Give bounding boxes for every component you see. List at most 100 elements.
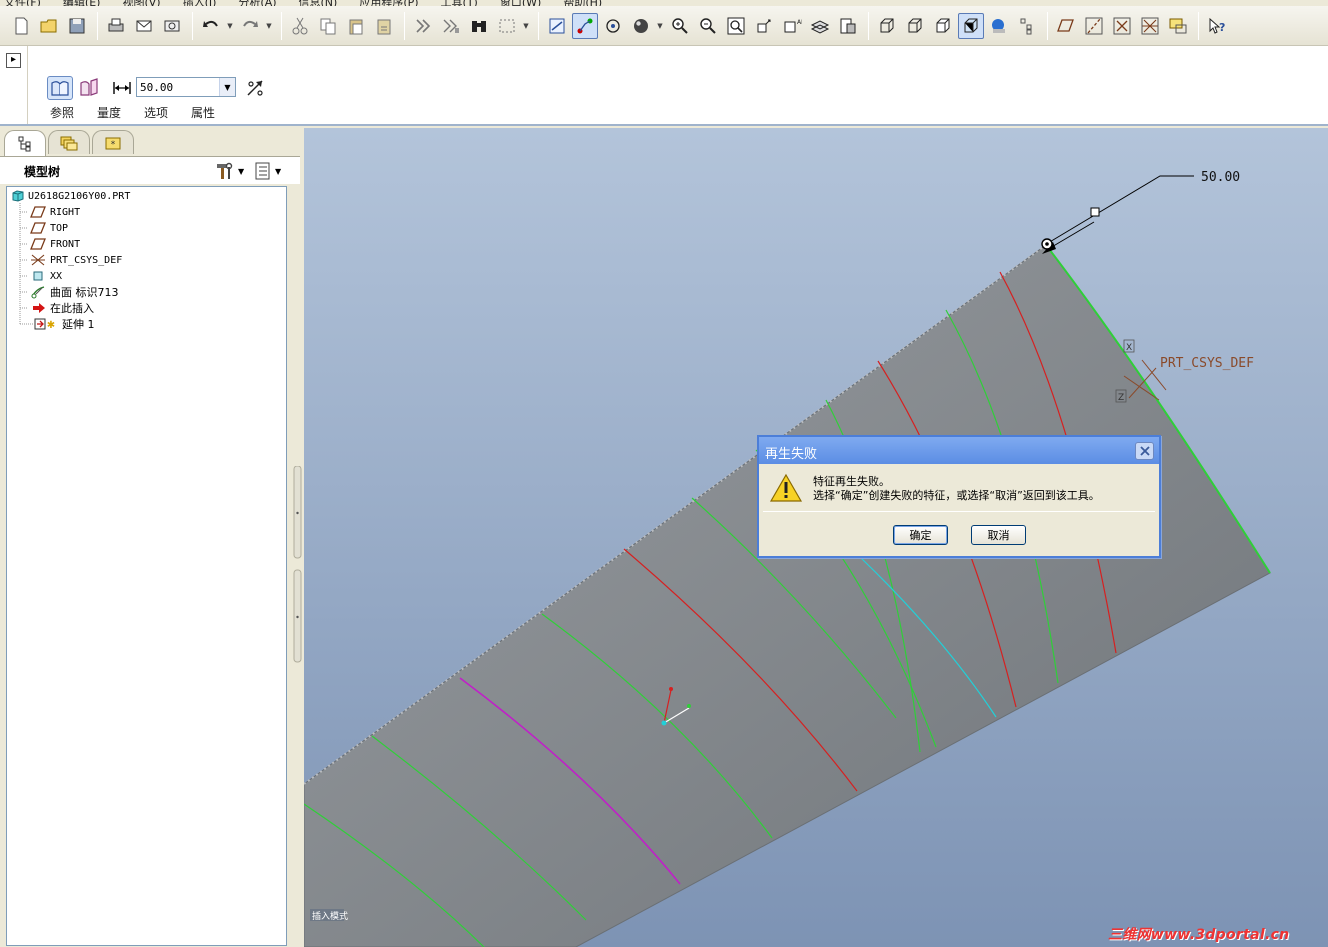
cancel-button[interactable]: 取消 bbox=[971, 525, 1026, 545]
shaded-button[interactable] bbox=[958, 12, 984, 39]
panel-splitter[interactable] bbox=[293, 466, 303, 946]
tree-item-xx[interactable]: XX bbox=[30, 268, 62, 284]
copy-button[interactable] bbox=[315, 13, 341, 39]
model-tree-icon bbox=[18, 136, 31, 151]
chevron-down-icon[interactable]: ▼ bbox=[656, 13, 664, 39]
tab-measurements[interactable]: 量度 bbox=[97, 104, 121, 121]
print-button[interactable] bbox=[103, 13, 129, 39]
regeneration-failed-dialog: 再生失败 特征再生失败。 选择“确定”创建失败的特征，或选择“取消”返回到该工具… bbox=[757, 435, 1161, 558]
flip-direction-icon[interactable] bbox=[242, 76, 268, 100]
tree-item-surface[interactable]: 曲面 标识713 bbox=[30, 284, 119, 300]
zoom-in-button[interactable] bbox=[667, 13, 693, 39]
datum-planes-button[interactable] bbox=[1053, 13, 1079, 39]
email-link-button[interactable] bbox=[159, 13, 185, 39]
toolbar-separator bbox=[192, 11, 193, 40]
zoom-out-button[interactable] bbox=[695, 13, 721, 39]
tree-settings-button[interactable]: ▼ bbox=[214, 160, 248, 182]
csys-icon bbox=[31, 254, 45, 266]
paste-special-button[interactable] bbox=[371, 13, 397, 39]
refit-icon bbox=[727, 17, 745, 34]
dialog-message-line2: 选择“确定”创建失败的特征，或选择“取消”返回到该工具。 bbox=[813, 489, 1100, 502]
tree-item-part[interactable]: U2618G2106Y00.PRT bbox=[12, 188, 130, 204]
save-button[interactable] bbox=[64, 13, 90, 39]
saved-views-button[interactable]: AB bbox=[779, 13, 805, 39]
hidden-line-button[interactable] bbox=[902, 13, 928, 39]
tab-properties[interactable]: 属性 bbox=[191, 104, 215, 121]
triad-origin bbox=[661, 720, 667, 726]
find-button[interactable] bbox=[466, 13, 492, 39]
wireframe-button[interactable] bbox=[874, 13, 900, 39]
csys-name-label: PRT_CSYS_DEF bbox=[1160, 356, 1254, 371]
regenerate-manager-button[interactable] bbox=[438, 13, 464, 39]
chevron-down-icon[interactable]: ▼ bbox=[219, 78, 235, 96]
tree-item-right[interactable]: RIGHT bbox=[30, 204, 80, 220]
tab-references[interactable]: 参照 bbox=[50, 104, 74, 121]
tree-columns-button[interactable]: ▼ bbox=[254, 160, 288, 182]
tree-item-top[interactable]: TOP bbox=[30, 220, 68, 236]
cut-button[interactable] bbox=[287, 13, 313, 39]
saved-views-icon: AB bbox=[784, 19, 802, 32]
repaint-button[interactable] bbox=[544, 13, 570, 39]
datum-axes-button[interactable] bbox=[1081, 13, 1107, 39]
redo-button[interactable] bbox=[237, 13, 263, 39]
chevron-down-icon[interactable]: ▼ bbox=[226, 13, 234, 39]
tree-item-front[interactable]: FRONT bbox=[30, 236, 80, 252]
dashboard-collapse-toggle[interactable]: ▸ bbox=[6, 53, 21, 68]
tab-model-tree[interactable] bbox=[4, 130, 46, 156]
context-help-button[interactable]: ? bbox=[1204, 13, 1230, 39]
tree-item-csys[interactable]: PRT_CSYS_DEF bbox=[30, 252, 122, 268]
svg-text:AB: AB bbox=[797, 19, 802, 26]
open-file-icon bbox=[40, 19, 57, 32]
drag-handle-square[interactable] bbox=[1090, 207, 1100, 217]
open-file-button[interactable] bbox=[36, 13, 62, 39]
close-button[interactable] bbox=[1135, 442, 1154, 460]
to-plane-extend-icon[interactable] bbox=[76, 76, 102, 100]
toolbar-separator bbox=[868, 11, 869, 40]
toolbar-separator bbox=[538, 11, 539, 40]
enhanced-realism-button[interactable] bbox=[986, 13, 1012, 39]
appearance-sphere-button[interactable] bbox=[628, 13, 654, 39]
toolbar-separator bbox=[97, 11, 98, 40]
tab-folder-browser[interactable] bbox=[48, 130, 90, 154]
chevron-down-icon[interactable]: ▼ bbox=[265, 13, 273, 39]
view-manager-button[interactable] bbox=[835, 13, 861, 39]
paste-button[interactable] bbox=[343, 13, 369, 39]
no-hidden-button[interactable] bbox=[930, 13, 956, 39]
tab-favorites[interactable]: * bbox=[92, 130, 134, 154]
layers-button[interactable] bbox=[807, 13, 833, 39]
annotations-button[interactable] bbox=[1165, 13, 1191, 39]
reorient-button[interactable] bbox=[751, 13, 777, 39]
refit-button[interactable] bbox=[723, 13, 749, 39]
select-box-button[interactable] bbox=[494, 13, 520, 39]
csys-z-label: Z bbox=[1118, 393, 1124, 403]
tree-item-extend-1[interactable]: ✱ 延伸 1 bbox=[34, 316, 95, 332]
repaint-icon bbox=[549, 18, 565, 33]
new-file-button[interactable] bbox=[8, 13, 34, 39]
orient-mode-button[interactable] bbox=[600, 13, 626, 39]
coordinate-systems-button[interactable] bbox=[1137, 13, 1163, 39]
datum-planes-icon bbox=[1057, 18, 1074, 32]
coordinate-systems-icon bbox=[1141, 17, 1159, 34]
chevron-down-icon[interactable]: ▼ bbox=[522, 13, 530, 39]
same-surface-extend-icon[interactable] bbox=[47, 76, 73, 100]
navigator-panel: * 模型树 ▼ ▼ U2618G2106Y00.PRT RIGHT TOP FR… bbox=[0, 128, 304, 947]
dimension-value[interactable]: 50.00 bbox=[1201, 170, 1240, 185]
spin-center-button[interactable] bbox=[572, 12, 598, 39]
datum-points-button[interactable] bbox=[1109, 13, 1135, 39]
ok-button[interactable]: 确定 bbox=[893, 525, 948, 545]
undo-button[interactable] bbox=[198, 13, 224, 39]
new-file-icon bbox=[15, 17, 28, 34]
model-tree-toggle-button[interactable] bbox=[1014, 13, 1040, 39]
feature-dashboard: ▸ 50.00 ▼ 参照 量度 选项 属性 bbox=[0, 46, 1328, 126]
tools-hammer-icon bbox=[217, 162, 233, 179]
regenerate-button[interactable] bbox=[410, 13, 436, 39]
tree-item-insert-here[interactable]: 在此插入 bbox=[30, 300, 94, 316]
tab-options[interactable]: 选项 bbox=[144, 104, 168, 121]
zoom-out-icon bbox=[700, 17, 716, 34]
view-manager-icon bbox=[840, 18, 856, 33]
datum-plane-icon bbox=[30, 222, 46, 234]
chevron-down-icon: ▼ bbox=[238, 166, 245, 176]
tree-item-label: 延伸 1 bbox=[62, 318, 95, 331]
email-button[interactable] bbox=[131, 13, 157, 39]
chevron-down-icon: ▼ bbox=[275, 166, 282, 176]
